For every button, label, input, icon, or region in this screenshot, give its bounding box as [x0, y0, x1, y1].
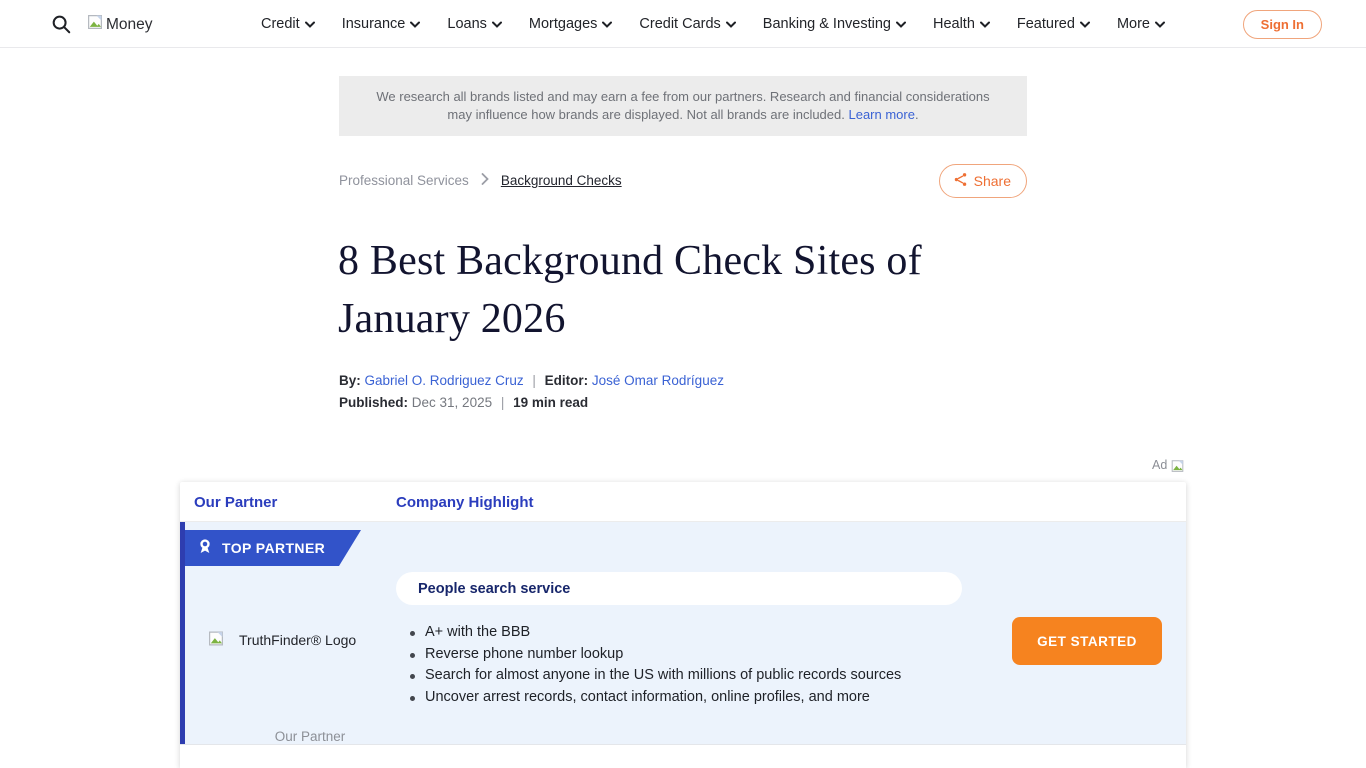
- byline: By: Gabriel O. Rodriguez Cruz | Editor: …: [339, 373, 724, 388]
- nav-item-label: Loans: [447, 16, 487, 32]
- nav-item-banking-investing[interactable]: Banking & Investing: [763, 16, 906, 32]
- nav-item-credit[interactable]: Credit: [261, 16, 315, 32]
- editor-link[interactable]: José Omar Rodríguez: [592, 373, 724, 388]
- byline-separator: |: [532, 373, 536, 388]
- partner-comparison-card: Our Partner Company Highlight TOP PARTNE…: [180, 482, 1186, 768]
- chevron-down-icon: [1155, 16, 1165, 32]
- list-item: A+ with the BBB: [408, 622, 988, 644]
- list-item: Search for almost anyone in the US with …: [408, 665, 988, 687]
- nav-item-label: Mortgages: [529, 16, 598, 32]
- chevron-down-icon: [602, 16, 612, 32]
- nav-item-featured[interactable]: Featured: [1017, 16, 1090, 32]
- nav-item-label: Credit: [261, 16, 300, 32]
- list-item: Uncover arrest records, contact informat…: [408, 687, 988, 709]
- chevron-right-icon: [481, 173, 489, 188]
- list-item: Reverse phone number lookup: [408, 644, 988, 666]
- nav-item-more[interactable]: More: [1117, 16, 1165, 32]
- partner-table-header: Our Partner Company Highlight: [180, 482, 1186, 522]
- breadcrumb: Professional Services Background Checks: [339, 173, 622, 188]
- sign-in-label: Sign In: [1261, 17, 1304, 32]
- chevron-down-icon: [305, 16, 315, 32]
- top-partner-badge: TOP PARTNER: [185, 530, 361, 566]
- top-partner-label: TOP PARTNER: [222, 540, 325, 556]
- nav-item-label: Banking & Investing: [763, 16, 891, 32]
- service-category-label: People search service: [418, 581, 570, 597]
- nav-item-mortgages[interactable]: Mortgages: [529, 16, 613, 32]
- get-started-button[interactable]: GET STARTED: [1012, 617, 1162, 665]
- nav-item-loans[interactable]: Loans: [447, 16, 502, 32]
- published-label: Published:: [339, 395, 408, 410]
- read-time: 19 min read: [513, 395, 588, 410]
- nav-item-label: Health: [933, 16, 975, 32]
- highlight-bullet-list: A+ with the BBB Reverse phone number loo…: [408, 622, 988, 708]
- chevron-down-icon: [492, 16, 502, 32]
- medal-icon: [197, 538, 213, 559]
- chevron-down-icon: [980, 16, 990, 32]
- chevron-down-icon: [726, 16, 736, 32]
- nav-item-credit-cards[interactable]: Credit Cards: [639, 16, 735, 32]
- author-link[interactable]: Gabriel O. Rodriguez Cruz: [365, 373, 524, 388]
- page: Money Credit Insurance Loans Mortgages C…: [0, 0, 1366, 768]
- nav-item-label: Insurance: [342, 16, 406, 32]
- published-date: Dec 31, 2025: [412, 395, 492, 410]
- ad-label: Ad: [1152, 458, 1167, 472]
- ad-slot: Ad: [1152, 458, 1185, 477]
- money-logo[interactable]: Money: [86, 13, 153, 36]
- nav-item-label: Credit Cards: [639, 16, 720, 32]
- top-partner-row: TOP PARTNER TruthFinder® Logo Our Partne…: [180, 522, 1186, 744]
- main-menu: Credit Insurance Loans Mortgages Credit …: [261, 0, 1165, 48]
- chevron-down-icon: [410, 16, 420, 32]
- by-label: By:: [339, 373, 361, 388]
- next-table-row: [180, 744, 1186, 767]
- breadcrumb-row: Professional Services Background Checks …: [339, 164, 1027, 198]
- nav-item-insurance[interactable]: Insurance: [342, 16, 421, 32]
- column-header-our-partner: Our Partner: [194, 494, 277, 511]
- chevron-down-icon: [896, 16, 906, 32]
- sign-in-button[interactable]: Sign In: [1243, 10, 1322, 39]
- logo-alt-text: Money: [106, 16, 153, 34]
- truthfinder-logo[interactable]: TruthFinder® Logo: [207, 629, 356, 651]
- broken-image-icon: [86, 13, 104, 36]
- column-header-company-highlight: Company Highlight: [396, 494, 534, 511]
- share-icon: [953, 172, 968, 190]
- breadcrumb-current-link[interactable]: Background Checks: [501, 173, 622, 188]
- chevron-down-icon: [1080, 16, 1090, 32]
- partner-logo-alt-text: TruthFinder® Logo: [239, 632, 356, 648]
- disclosure-suffix: .: [915, 107, 919, 122]
- learn-more-link[interactable]: Learn more: [848, 107, 914, 122]
- top-navigation: Money Credit Insurance Loans Mortgages C…: [0, 0, 1366, 48]
- breadcrumb-parent-link[interactable]: Professional Services: [339, 173, 469, 188]
- partner-logo-cell: TruthFinder® Logo Our Partner: [207, 596, 413, 744]
- publine-separator: |: [501, 395, 505, 410]
- share-button[interactable]: Share: [939, 164, 1027, 198]
- share-label: Share: [974, 173, 1011, 189]
- published-line: Published: Dec 31, 2025 | 19 min read: [339, 395, 588, 410]
- broken-image-icon: [1170, 458, 1185, 477]
- broken-image-icon: [207, 629, 225, 651]
- nav-item-label: More: [1117, 16, 1150, 32]
- search-icon[interactable]: [50, 13, 72, 35]
- service-category-pill: People search service: [396, 572, 962, 605]
- advertiser-disclosure: We research all brands listed and may ea…: [339, 76, 1027, 136]
- nav-item-health[interactable]: Health: [933, 16, 990, 32]
- page-title: 8 Best Background Check Sites of January…: [338, 232, 1038, 348]
- editor-label: Editor:: [545, 373, 589, 388]
- nav-item-label: Featured: [1017, 16, 1075, 32]
- partner-caption: Our Partner: [207, 729, 413, 744]
